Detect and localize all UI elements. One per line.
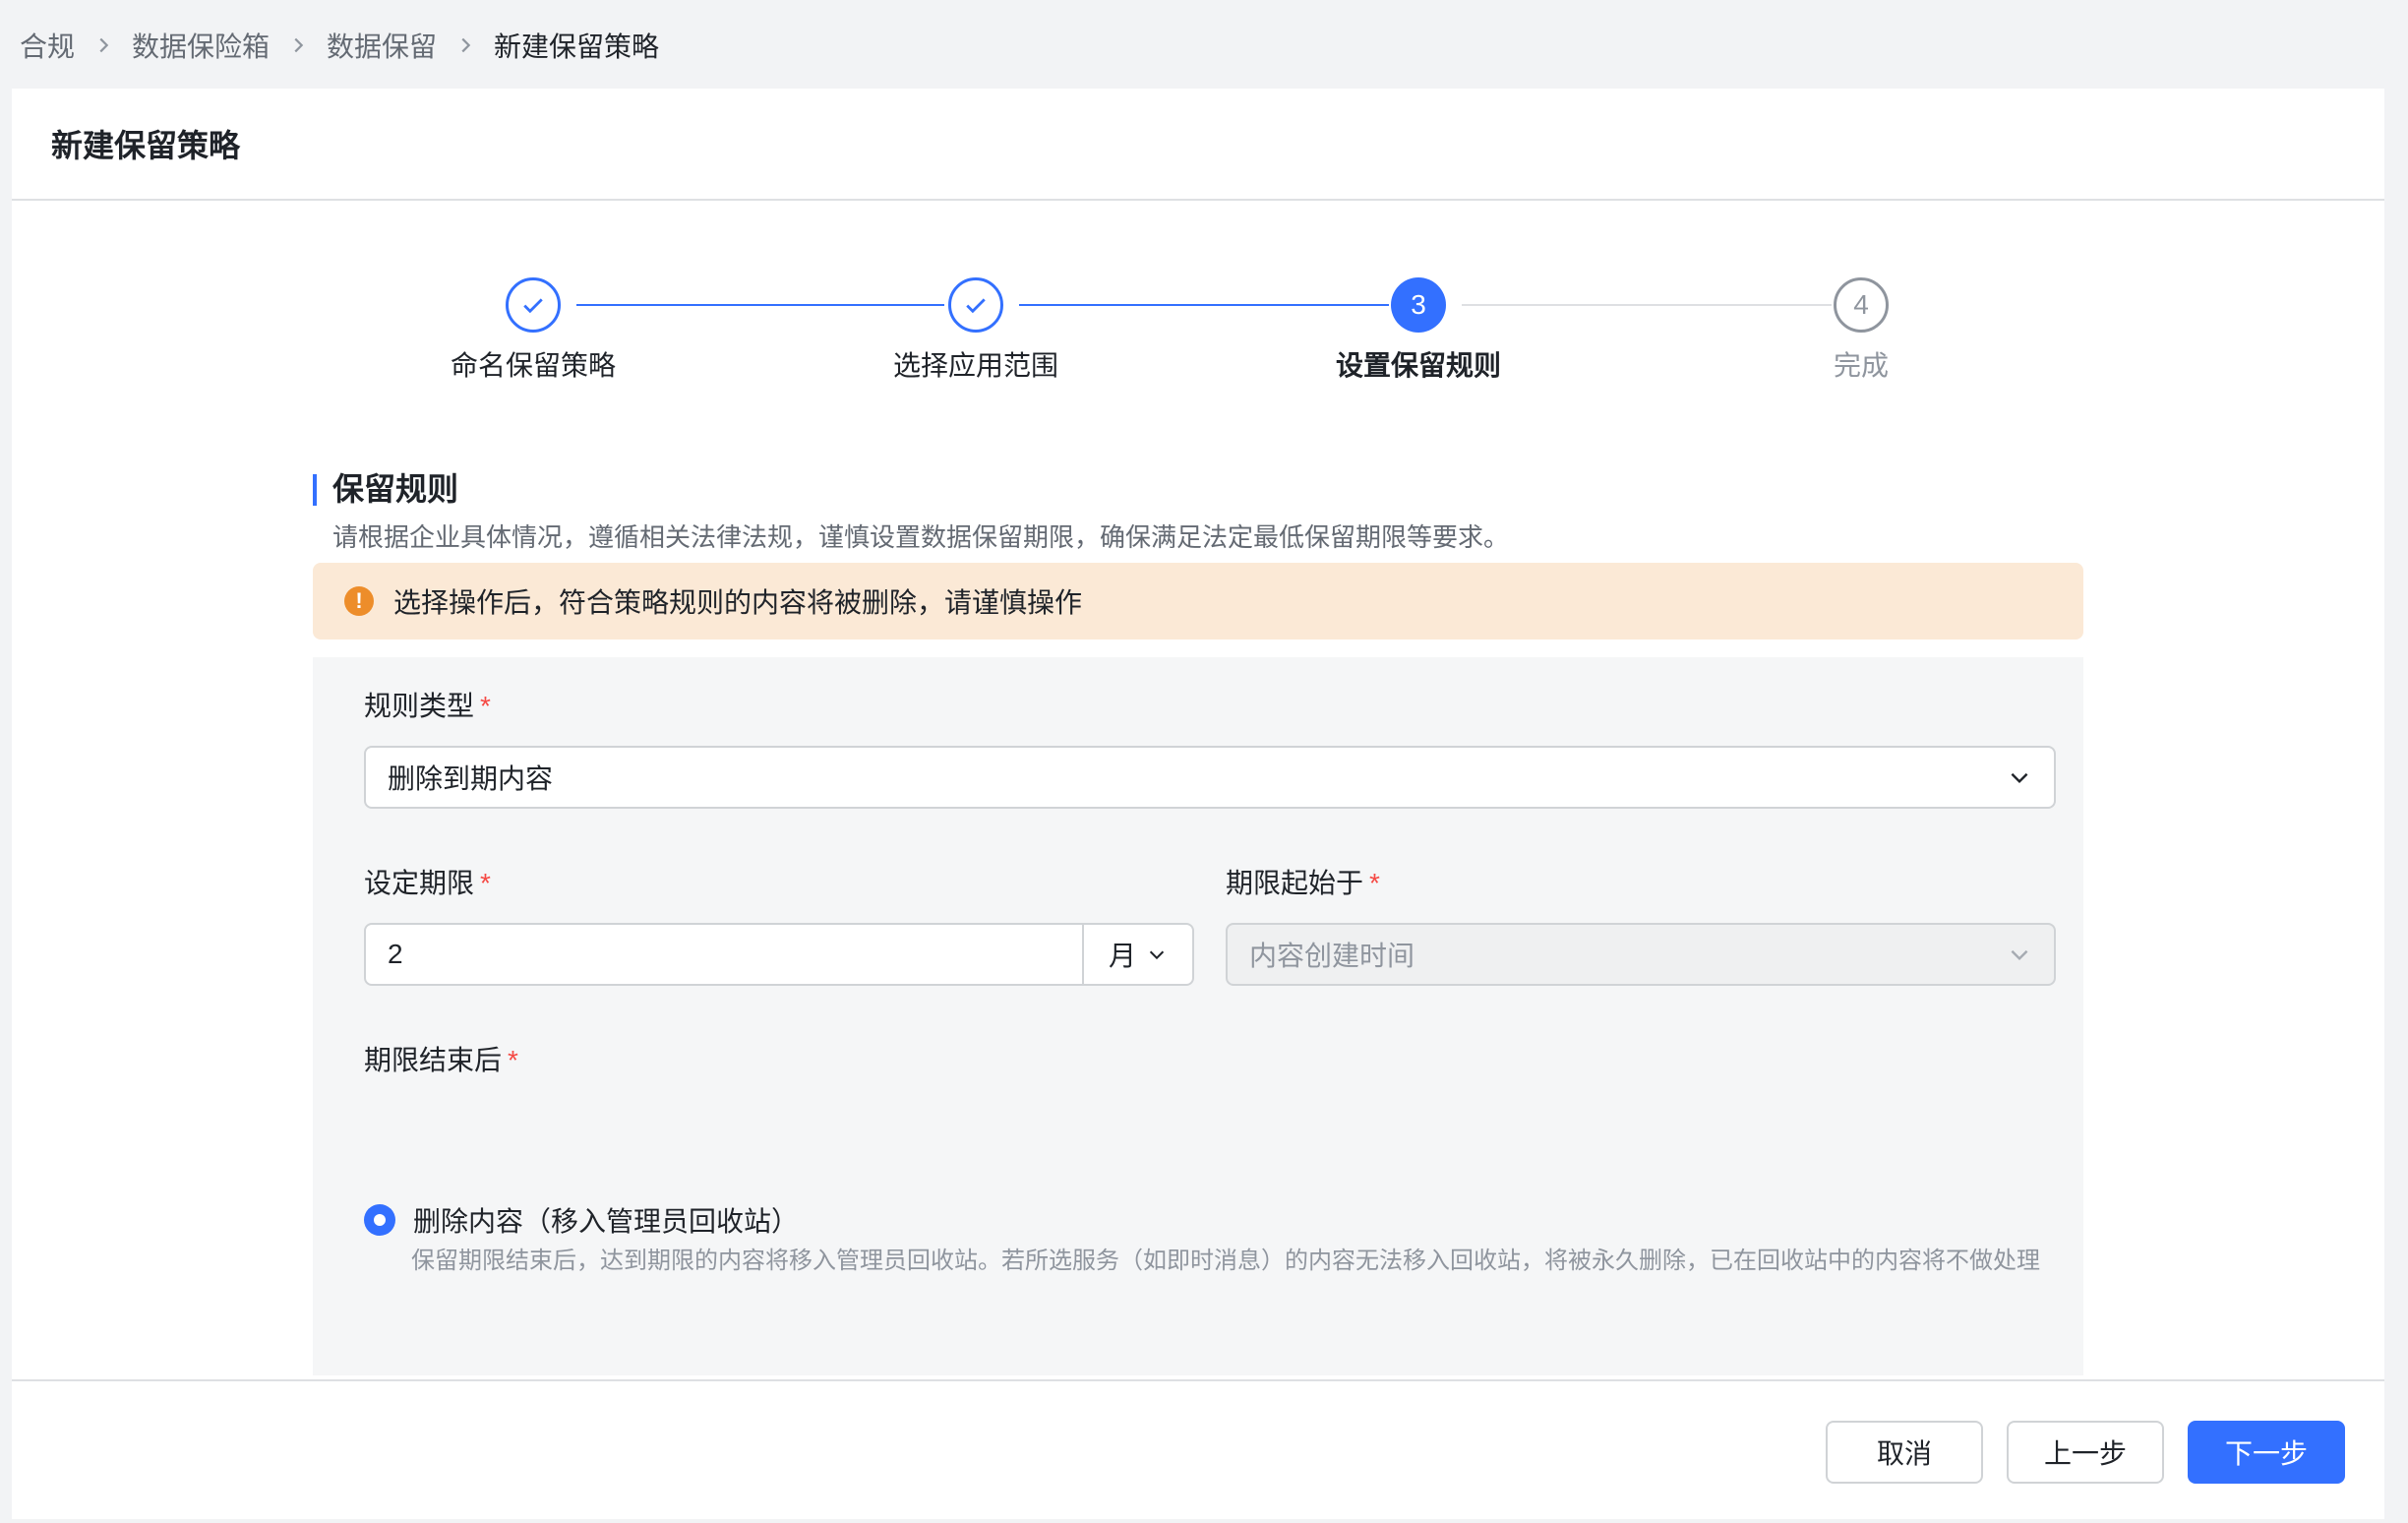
- period-input-group: 月: [364, 923, 1194, 986]
- alert-text: 选择操作后，符合策略规则的内容将被删除，请谨慎操作: [393, 587, 1083, 618]
- after-expiry-label-text: 期限结束后: [364, 1045, 503, 1075]
- step-connector: [576, 304, 944, 306]
- step-4-label: 完成: [1833, 350, 1889, 381]
- step-2-label: 选择应用范围: [892, 350, 1058, 381]
- start-from-placeholder: 内容创建时间: [1249, 941, 1415, 971]
- breadcrumb-item-data-retention[interactable]: 数据保留: [327, 26, 437, 65]
- chevron-down-icon: [1149, 950, 1165, 960]
- chevron-down-icon: [2011, 949, 2028, 961]
- period-unit-select[interactable]: 月: [1082, 925, 1192, 984]
- start-from-label: 期限起始于 *: [1226, 864, 1380, 903]
- rule-type-label: 规则类型 *: [364, 687, 491, 726]
- rule-type-select[interactable]: 删除到期内容: [364, 746, 2056, 809]
- radio-selected-icon[interactable]: [364, 1204, 395, 1236]
- warning-icon: !: [344, 586, 374, 616]
- step-2-check-icon: [948, 277, 1003, 333]
- start-from-select[interactable]: 内容创建时间: [1226, 923, 2056, 986]
- period-label-text: 设定期限: [364, 868, 475, 898]
- main-card: 新建保留策略 3 4 命名保留策略 选择应用范围 设置保留规则 完成 保留规则 …: [12, 89, 2384, 1519]
- period-unit-value: 月: [1108, 941, 1136, 971]
- required-mark: *: [1369, 868, 1380, 898]
- chevron-right-icon: [287, 34, 309, 56]
- step-1-label: 命名保留策略: [450, 350, 616, 381]
- rule-type-label-text: 规则类型: [364, 691, 475, 721]
- required-mark: *: [480, 691, 491, 721]
- chevron-right-icon: [454, 34, 476, 56]
- step-3-number: 3: [1391, 277, 1446, 333]
- stepper: 3 4 命名保留策略 选择应用范围 设置保留规则 完成: [12, 89, 2384, 482]
- after-expiry-label: 期限结束后 *: [364, 1041, 518, 1080]
- rule-type-value: 删除到期内容: [388, 763, 554, 794]
- period-label: 设定期限 *: [364, 864, 491, 903]
- start-from-label-text: 期限起始于: [1226, 868, 1364, 898]
- step-connector: [1019, 304, 1389, 306]
- required-mark: *: [480, 868, 491, 898]
- next-step-button[interactable]: 下一步: [2188, 1421, 2345, 1484]
- rule-form: 规则类型* 删除到期内容 设定期限* 月 期限起始于* 内容创建时间 期限结束后…: [313, 657, 2083, 1375]
- required-mark: *: [508, 1045, 518, 1075]
- delete-content-radio-option[interactable]: 删除内容（移入管理员回收站）: [364, 1200, 799, 1240]
- chevron-down-icon: [2011, 772, 2028, 784]
- chevron-right-icon: [92, 34, 114, 56]
- breadcrumb-item-data-vault[interactable]: 数据保险箱: [132, 26, 270, 65]
- breadcrumb: 合规 数据保险箱 数据保留 新建保留策略: [20, 22, 659, 69]
- step-3-label: 设置保留规则: [1335, 350, 1501, 381]
- section-accent-bar: [313, 474, 317, 506]
- breadcrumb-current: 新建保留策略: [494, 31, 660, 62]
- section-description: 请根据企业具体情况，遵循相关法律法规，谨慎设置数据保留期限，确保满足法定最低保留…: [332, 522, 1510, 552]
- radio-label: 删除内容（移入管理员回收站）: [413, 1206, 800, 1237]
- warning-alert: ! 选择操作后，符合策略规则的内容将被删除，请谨慎操作: [313, 563, 2083, 640]
- period-input[interactable]: [366, 925, 1082, 984]
- step-connector: [1462, 304, 1832, 306]
- breadcrumb-item-compliance[interactable]: 合规: [20, 26, 75, 65]
- footer-divider: [12, 1379, 2384, 1381]
- section-title: 保留规则: [332, 471, 459, 507]
- step-4-number: 4: [1834, 277, 1889, 333]
- step-1-check-icon: [506, 277, 561, 333]
- previous-step-button[interactable]: 上一步: [2007, 1421, 2164, 1484]
- radio-hint: 保留期限结束后，达到期限的内容将移入管理员回收站。若所选服务（如即时消息）的内容…: [411, 1248, 2040, 1274]
- cancel-button[interactable]: 取消: [1826, 1421, 1983, 1484]
